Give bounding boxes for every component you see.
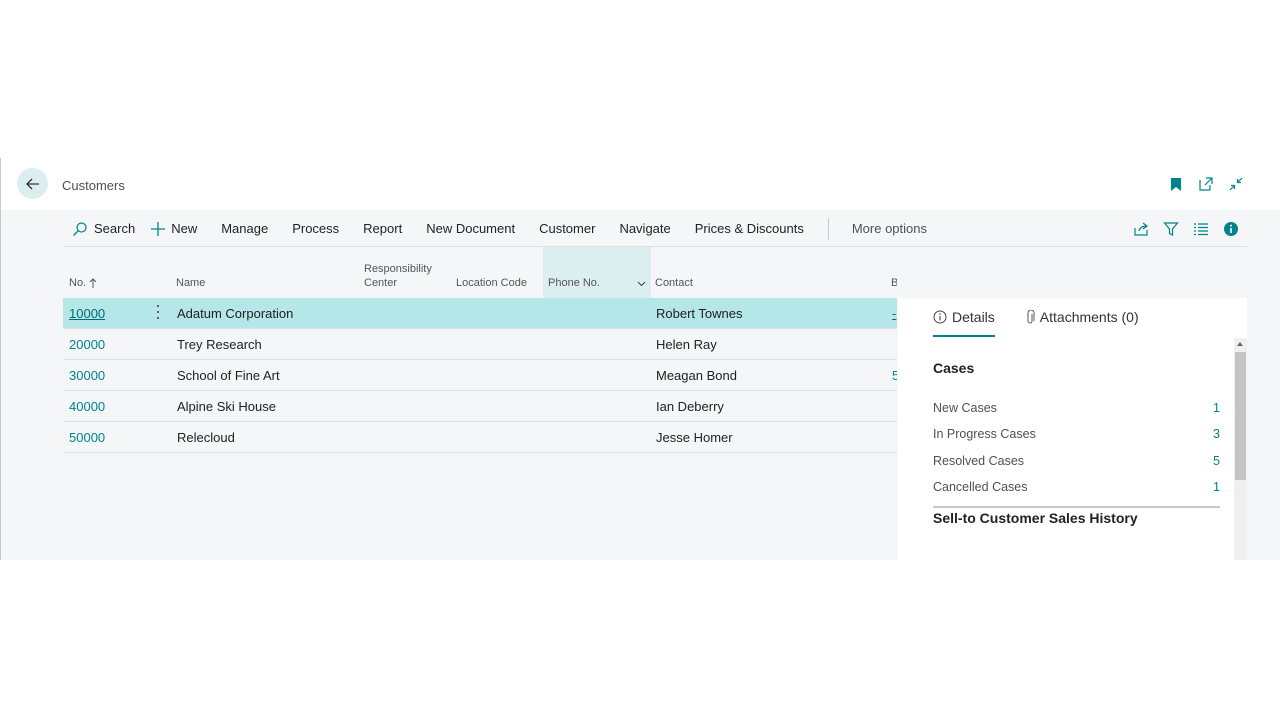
column-header-responsibility-center-line2: Center [364,277,398,289]
share-icon[interactable] [1133,221,1149,237]
customer-contact: Jesse Homer [656,430,733,445]
tab-details-label: Details [952,309,995,325]
new-cases-row[interactable]: New Cases 1 [933,398,1220,420]
resolved-cases-value[interactable]: 5 [1213,454,1220,468]
tab-attachments-label: Attachments (0) [1039,309,1139,325]
plus-icon [151,221,166,236]
scroll-thumb[interactable] [1235,352,1246,480]
customer-name: Trey Research [177,337,262,352]
cancelled-cases-row[interactable]: Cancelled Cases 1 [933,477,1220,499]
tab-details[interactable]: Details [933,298,995,337]
customer-contact: Robert Townes [656,306,743,321]
navigate-menu[interactable]: Navigate [619,221,670,236]
table-row[interactable]: 20000 Trey Research Helen Ray [63,329,897,360]
sales-history-title: Sell-to Customer Sales History [933,510,1138,526]
customer-no-link[interactable]: 50000 [69,430,105,445]
new-document-menu[interactable]: New Document [426,221,515,236]
scroll-up-icon[interactable] [1237,342,1243,346]
paperclip-icon [1027,309,1035,323]
customer-contact: Helen Ray [656,337,717,352]
chevron-down-icon[interactable] [637,281,646,287]
table-row[interactable]: 40000 Alpine Ski House Ian Deberry [63,391,897,422]
row-actions-icon[interactable] [153,304,163,320]
in-progress-cases-label: In Progress Cases [933,427,1036,441]
column-header-phone-no-label: Phone No. [548,277,600,289]
table-row[interactable]: 50000 Relecloud Jesse Homer [63,422,897,453]
customer-contact: Meagan Bond [656,368,737,383]
customer-name: Relecloud [177,430,235,445]
bookmark-icon[interactable] [1168,176,1184,192]
table-row[interactable]: 30000 School of Fine Art Meagan Bond 5 [63,360,897,391]
factbox-tabs: Details Attachments (0) [933,298,1139,338]
resolved-cases-row[interactable]: Resolved Cases 5 [933,451,1220,473]
column-header-no-label: No. [69,277,87,289]
customer-no-link[interactable]: 40000 [69,399,105,414]
more-options-button[interactable]: More options [852,221,927,236]
column-header-responsibility-center-line1: Responsibility [364,263,432,275]
customer-name: Alpine Ski House [177,399,276,414]
customer-name: School of Fine Art [177,368,280,383]
customer-balance[interactable]: 5 [892,368,897,383]
column-header-name[interactable]: Name [176,247,356,298]
cancelled-cases-value[interactable]: 1 [1213,480,1220,494]
manage-menu[interactable]: Manage [221,221,268,236]
cancelled-cases-label: Cancelled Cases [933,480,1028,494]
column-header-phone-no[interactable]: Phone No. [543,247,651,298]
arrow-left-icon [25,178,39,189]
customer-no-link[interactable]: 10000 [69,306,105,321]
customer-name: Adatum Corporation [177,306,294,321]
tab-attachments[interactable]: Attachments (0) [1025,298,1139,336]
report-menu[interactable]: Report [363,221,402,236]
column-header-b[interactable]: B [891,247,897,298]
in-progress-cases-value[interactable]: 3 [1213,427,1220,441]
table-row[interactable]: 10000 Adatum Corporation Robert Townes - [63,298,897,329]
collapse-icon[interactable] [1228,176,1244,192]
action-bar: Search New Manage Process Report New Doc… [63,211,1247,247]
column-header-no[interactable]: No. [69,247,169,298]
filter-icon[interactable] [1163,221,1179,237]
search-action-label: Search [94,221,136,236]
new-action[interactable]: New [151,221,197,236]
search-icon [73,221,87,236]
info-outline-icon [933,310,947,324]
customer-menu[interactable]: Customer [539,221,595,236]
sort-ascending-icon [89,278,97,288]
customer-balance[interactable]: - [892,306,897,321]
page-title: Customers [62,178,125,193]
cases-title: Cases [933,360,975,376]
info-icon[interactable] [1223,221,1239,237]
customer-contact: Ian Deberry [656,399,724,414]
process-menu[interactable]: Process [292,221,339,236]
factbox-scrollbar[interactable] [1234,338,1247,560]
customer-no-link[interactable]: 20000 [69,337,105,352]
customer-no-link[interactable]: 30000 [69,368,105,383]
customer-rows: 10000 Adatum Corporation Robert Townes -… [63,298,897,453]
prices-discounts-menu[interactable]: Prices & Discounts [695,221,804,236]
customers-page: Customers Search New Manage Process Repo… [0,158,1280,560]
back-button[interactable] [17,168,48,199]
new-action-label: New [171,221,198,236]
column-header-contact[interactable]: Contact [655,247,855,298]
action-separator [827,217,829,240]
in-progress-cases-row[interactable]: In Progress Cases 3 [933,424,1220,446]
resolved-cases-label: Resolved Cases [933,454,1025,468]
title-bar: Customers [1,158,1280,210]
search-action[interactable]: Search [72,221,135,237]
open-new-window-icon[interactable] [1198,176,1214,192]
column-header-responsibility-center[interactable]: Responsibility Center [364,247,450,298]
section-divider [933,506,1220,508]
new-cases-value[interactable]: 1 [1213,401,1220,415]
new-cases-label: New Cases [933,401,997,415]
factbox-pane: Details Attachments (0) Sell-to Customer… [898,298,1247,560]
column-header-location-code[interactable]: Location Code [456,247,544,298]
list-view-icon[interactable] [1193,221,1209,237]
